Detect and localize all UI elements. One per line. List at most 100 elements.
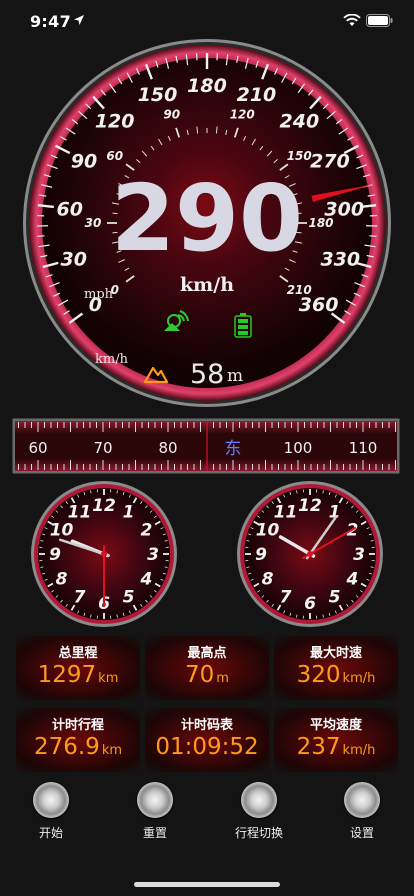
stat-label: 总里程 [58, 646, 98, 661]
clock-number: 5 [123, 587, 135, 607]
compass-label-100: 100 [284, 439, 313, 457]
stat-timed-trip: 计时行程 276.9 km [16, 708, 140, 772]
clock-left: 121234567891011 [31, 481, 177, 627]
trip-switch-button-label: 行程切换 [234, 826, 283, 840]
clock-number: 8 [262, 570, 274, 590]
clock-number: 10 [50, 521, 74, 541]
outer-scale-label: 180 [187, 75, 227, 97]
settings-button[interactable]: 设置 [327, 782, 397, 841]
stat-value: 70 [185, 662, 215, 688]
clock-number: 12 [298, 496, 322, 516]
clock-pivot [307, 551, 313, 557]
stat-unit: km [98, 671, 119, 686]
outer-scale-label: 360 [299, 294, 339, 316]
altitude-value: 58 [190, 359, 224, 390]
clock-number: 11 [68, 503, 92, 523]
outer-scale-label: 150 [138, 84, 178, 106]
compass-label-60: 60 [28, 439, 47, 457]
clock-number: 10 [256, 521, 280, 541]
stat-value: 01:09:52 [155, 734, 259, 760]
clock-number: 6 [304, 594, 316, 614]
compass-label-80: 80 [158, 439, 177, 457]
clock-number: 5 [329, 587, 341, 607]
start-knob-icon[interactable] [33, 782, 69, 818]
trip-switch-button[interactable]: 行程切换 [224, 782, 294, 841]
stat-label: 最大时速 [309, 646, 362, 661]
clock-pivot [101, 551, 107, 557]
inner-scale-label: 60 [106, 149, 123, 163]
home-indicator[interactable] [134, 882, 280, 887]
clock-number: 11 [274, 503, 298, 523]
battery-icon [366, 14, 393, 27]
inner-scale-label: 180 [308, 216, 333, 230]
stat-label: 计时行程 [51, 718, 104, 733]
outer-scale-label: 270 [310, 150, 350, 172]
stat-value: 237 [296, 734, 341, 760]
clock-number: 3 [147, 545, 159, 565]
outer-tick [369, 235, 377, 237]
trip-switch-knob-icon[interactable] [241, 782, 277, 818]
stat-label: 计时码表 [180, 718, 233, 733]
reset-button-label: 重置 [142, 826, 167, 840]
compass-strip: 60 70 80 东 100 110 [12, 418, 400, 474]
speedometer-gauge: 0306090120150 180 210240270300330360 03060… [23, 39, 391, 407]
compass-heading: 东 [225, 439, 242, 459]
reset-knob-icon[interactable] [137, 782, 173, 818]
inner-scale-label: 120 [230, 108, 255, 122]
wifi-icon [343, 14, 361, 26]
start-button-label: 开始 [38, 826, 63, 840]
stat-average-speed: 平均速度 237 km/h [274, 708, 398, 772]
clock-number: 1 [123, 503, 135, 523]
clock-number: 9 [49, 545, 61, 565]
location-arrow-icon [74, 15, 84, 25]
stat-value: 320 [296, 662, 341, 688]
stat-value: 276.9 [33, 734, 100, 760]
settings-knob-icon[interactable] [344, 782, 380, 818]
start-button[interactable]: 开始 [16, 782, 86, 841]
stat-total-distance: 总里程 1297 km [16, 636, 140, 700]
status-time: 9:47 [30, 12, 71, 31]
clock-number: 3 [353, 545, 365, 565]
stat-label: 平均速度 [309, 718, 362, 733]
stat-unit: km/h [342, 671, 376, 686]
clock-number: 2 [141, 521, 153, 541]
clock-number: 4 [346, 570, 359, 590]
outer-scale-label: 90 [71, 150, 97, 172]
clock-number: 7 [74, 587, 86, 607]
stat-label: 最高点 [187, 646, 227, 661]
clock-right: 121234567891011 [237, 481, 383, 627]
altitude-unit: m [227, 366, 243, 386]
inner-scale-label: 210 [287, 283, 312, 297]
clock-number: 8 [56, 570, 68, 590]
mph-label: mph [84, 287, 114, 302]
clock-number: 12 [92, 496, 116, 516]
outer-tick [37, 204, 54, 209]
clock-number: 7 [280, 587, 292, 607]
speed-unit: km/h [180, 274, 234, 296]
compass-label-110: 110 [349, 439, 378, 457]
stat-highest-point: 最高点 70 m [145, 636, 269, 700]
stat-max-speed: 最大时速 320 km/h [274, 636, 398, 700]
outer-scale-label: 120 [95, 110, 135, 132]
inner-scale-label: 90 [163, 108, 180, 122]
stat-unit: m [216, 671, 229, 686]
outer-tick [37, 235, 45, 237]
settings-button-label: 设置 [349, 826, 374, 840]
clock-number: 4 [140, 570, 153, 590]
stat-unit: km [101, 743, 123, 758]
inner-scale-label: 150 [287, 149, 312, 163]
stat-stopwatch: 计时码表 01:09:52 [145, 708, 269, 772]
stat-unit: km/h [342, 743, 376, 758]
compass-label-70: 70 [93, 439, 112, 457]
stat-value: 1297 [37, 662, 97, 688]
outer-scale-label: 30 [60, 249, 86, 271]
reset-button[interactable]: 重置 [120, 782, 190, 841]
inner-scale-label: 30 [85, 216, 102, 230]
outer-scale-label: 330 [320, 249, 360, 271]
outer-scale-label: 60 [57, 199, 83, 221]
speed-readout: 290 [111, 165, 303, 272]
outer-scale-label: 210 [237, 84, 277, 106]
kmh-scale-label: km/h [95, 352, 129, 367]
clock-number: 9 [255, 545, 267, 565]
outer-scale-label: 240 [280, 110, 320, 132]
